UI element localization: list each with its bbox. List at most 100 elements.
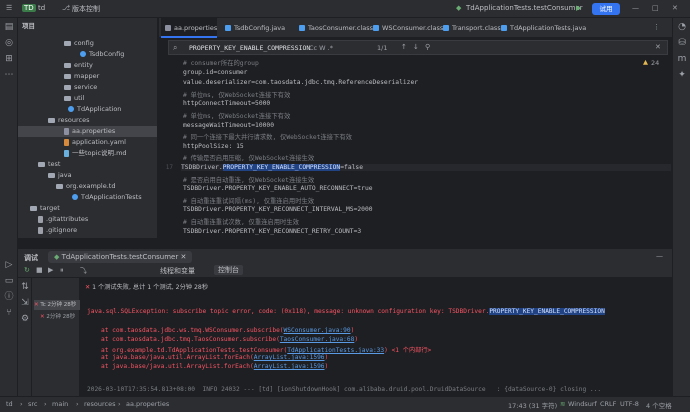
source-link[interactable]: TaosConsumer.java:68	[280, 336, 355, 343]
code-line: # 单位ms, 仅WebSocket连接下有效	[183, 113, 291, 120]
ai-icon[interactable]: ✦	[677, 70, 687, 80]
breadcrumb-item[interactable]: td	[6, 400, 13, 408]
project-tree-item[interactable]: TdApplication	[18, 104, 121, 115]
breadcrumb-separator: ›	[118, 400, 121, 408]
problems-icon[interactable]: ⓘ	[4, 292, 14, 302]
find-options[interactable]: Cc W .*	[309, 44, 333, 52]
project-tree-item[interactable]: application.yaml	[18, 137, 126, 148]
git-icon[interactable]: ⑂	[4, 308, 14, 318]
line-separator[interactable]: CRLF	[600, 400, 616, 408]
project-tree-item[interactable]: org.example.td	[18, 181, 115, 192]
project-tree-item[interactable]: java	[18, 170, 72, 181]
structure-icon[interactable]: ⊞	[4, 54, 14, 64]
find-input[interactable]: PROPERTY_KEY_ENABLE_COMPRESSION	[189, 44, 310, 52]
main-menu-icon[interactable]: ☰	[6, 4, 12, 12]
editor-tab-label: WSConsumer.class	[382, 24, 444, 32]
project-tree-item[interactable]: HELP.md	[18, 236, 74, 238]
project-tree-item[interactable]: entity	[18, 60, 93, 71]
project-tree-item[interactable]: test	[18, 159, 60, 170]
minimize-icon[interactable]: —	[632, 4, 639, 12]
project-name[interactable]: td	[38, 4, 45, 12]
hide-panel-icon[interactable]: —	[656, 252, 663, 260]
project-tree-item[interactable]: service	[18, 82, 97, 93]
settings-icon[interactable]: ⚙	[20, 314, 30, 324]
prev-match-icon[interactable]: ↑	[401, 43, 407, 51]
project-tree-item[interactable]: util	[18, 93, 84, 104]
editor-tab[interactable]: aa.properties	[161, 18, 218, 38]
tabs-more-icon[interactable]: ⋮	[653, 23, 660, 31]
project-tree-label: 一些topic说明.md	[72, 149, 127, 157]
resume-icon[interactable]: ▶	[48, 266, 53, 274]
project-tree-item[interactable]: .gitattributes	[18, 214, 88, 225]
editor-tab[interactable]: TdApplicationTests.java	[497, 18, 586, 38]
console-output[interactable]: ✕ 1 个测试失败, 总计 1 个测试, 2分钟 28秒 java.sql.SQ…	[81, 278, 672, 396]
filter-icon[interactable]: ⚲	[425, 43, 430, 51]
more-icon[interactable]: ⋯	[4, 70, 14, 80]
project-tree-label: mapper	[74, 72, 100, 80]
source-link[interactable]: ArrayList.java:1596	[254, 363, 325, 370]
sort-icon[interactable]: ⇅	[20, 282, 30, 292]
project-tree-item[interactable]: target	[18, 203, 60, 214]
step-icon[interactable]: ⤵	[80, 266, 87, 276]
source-link[interactable]: ArrayList.java:1596	[254, 354, 325, 361]
project-tree-item[interactable]: aa.properties	[18, 126, 157, 137]
debug-session-label: TdApplicationTests.testConsumer	[61, 253, 179, 261]
tab-threads-variables[interactable]: 线程和变量	[160, 266, 195, 276]
terminal-icon[interactable]: ▭	[4, 276, 14, 286]
test-tree: ✕ Tc 2分钟 28秒 ✕ 2分钟 28秒	[32, 278, 80, 396]
project-tree-item[interactable]: TsdbConfig	[18, 49, 124, 60]
project-tree-item[interactable]: mapper	[18, 71, 99, 82]
file-icon	[72, 194, 78, 200]
project-tree-item[interactable]: resources	[18, 115, 90, 126]
pause-icon[interactable]: ⏸	[60, 266, 64, 275]
editor-tab-label: TsdbConfig.java	[234, 24, 286, 32]
maven-icon[interactable]: m	[677, 54, 687, 64]
breadcrumb-item[interactable]: aa.properties	[126, 400, 169, 408]
run-tool-icon[interactable]: ▷	[4, 260, 14, 270]
notifications-icon[interactable]: ◔	[677, 22, 687, 32]
test-root-row[interactable]: ✕ Tc 2分钟 28秒	[34, 300, 80, 310]
editor-tab[interactable]: Transport.class	[439, 18, 501, 38]
editor-tab[interactable]: TsdbConfig.java	[221, 18, 285, 38]
breadcrumb-item[interactable]: resources	[84, 400, 116, 408]
folder-icon[interactable]: ▤	[4, 22, 14, 32]
code-editor[interactable]: ▲ 24 # consumer所在的group group.id=consumer…	[159, 56, 672, 239]
upgrade-button[interactable]: 试用	[592, 3, 620, 15]
vcs-menu[interactable]: 版本控制	[72, 4, 100, 14]
project-tree-item[interactable]: config	[18, 38, 94, 49]
tab-console[interactable]: 控制台	[214, 265, 243, 275]
indent-setting[interactable]: 4 个空格	[646, 400, 672, 410]
maximize-icon[interactable]: □	[652, 4, 659, 12]
caret-position[interactable]: 17:43 (31 字符)	[508, 400, 557, 410]
project-badge[interactable]: TD	[22, 4, 36, 12]
commit-icon[interactable]: ◎	[4, 38, 14, 48]
project-tree-item[interactable]: TdApplicationTests	[18, 192, 142, 203]
run-configuration[interactable]: TdApplicationTests.testConsumer	[466, 4, 583, 12]
code-line: TSDBDriver.PROPERTY_KEY_ENABLE_COMPRESSI…	[181, 164, 671, 171]
breadcrumb-item[interactable]: src	[28, 400, 38, 408]
breadcrumb-item[interactable]: main	[52, 400, 68, 408]
test-child-row[interactable]: ✕ 2分钟 28秒	[40, 312, 75, 320]
project-tree-label: application.yaml	[72, 138, 126, 146]
stack-text: at org.example.td.TdApplicationTests.tes…	[101, 347, 288, 354]
run-icon[interactable]: ▶	[576, 4, 581, 12]
windsurf-status[interactable]: Windsurf	[568, 400, 597, 408]
file-encoding[interactable]: UTF-8	[620, 400, 639, 408]
warning-icon[interactable]: ▲	[643, 58, 648, 66]
editor-tab[interactable]: WSConsumer.class	[369, 18, 443, 38]
close-find-icon[interactable]: ✕	[655, 43, 661, 51]
database-icon[interactable]: ⛁	[677, 38, 687, 48]
rerun-icon[interactable]: ↻	[24, 266, 30, 274]
close-icon[interactable]: ✕	[672, 4, 678, 12]
debug-session-tab[interactable]: ◆ TdApplicationTests.testConsumer ✕	[48, 251, 193, 263]
next-match-icon[interactable]: ↓	[413, 43, 419, 51]
code-line: httpPoolSize: 15	[183, 142, 244, 150]
source-link[interactable]: TdApplicationTests.java:33	[287, 347, 384, 354]
editor-tab[interactable]: TaosConsumer.class	[295, 18, 373, 38]
code-line: # 单位ms, 仅WebSocket连接下有效	[183, 91, 291, 99]
project-tree-item[interactable]: 一些topic说明.md	[18, 148, 127, 159]
source-link[interactable]: WSConsumer.java:90	[284, 327, 351, 334]
project-tree-item[interactable]: .gitignore	[18, 225, 77, 236]
expand-icon[interactable]: ⇲	[20, 298, 30, 308]
stop-icon[interactable]: ■	[36, 266, 43, 274]
